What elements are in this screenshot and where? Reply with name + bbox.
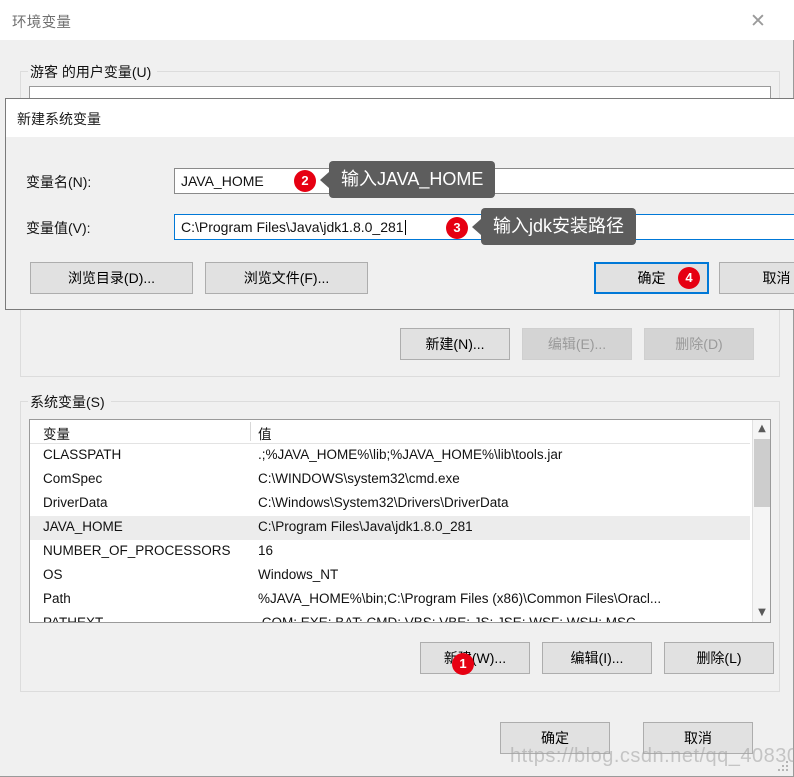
cell-variable-value: .COM;.EXE;.BAT;.CMD;.VBS;.VBE;.JS;.JSE;.… xyxy=(258,615,636,623)
system-variables-group: 系统变量(S) 变量 值 CLASSPATH .;%JAVA_HOME%\lib;… xyxy=(20,392,780,692)
user-new-button[interactable]: 新建(N)... xyxy=(400,328,510,360)
new-system-variable-dialog: 新建系统变量 变量名(N): JAVA_HOME 变量值(V): C:\Prog… xyxy=(5,98,794,310)
new-variable-cancel-button[interactable]: 取消 xyxy=(719,262,794,294)
system-edit-button[interactable]: 编辑(I)... xyxy=(542,642,652,674)
system-variables-table-body: 变量 值 CLASSPATH .;%JAVA_HOME%\lib;%JAVA_HO… xyxy=(30,420,750,622)
table-row[interactable]: OS Windows_NT xyxy=(30,564,750,588)
cell-variable-name: NUMBER_OF_PROCESSORS xyxy=(43,543,231,558)
chevron-down-icon[interactable]: ▼ xyxy=(753,604,770,622)
cell-variable-name: OS xyxy=(43,567,63,582)
table-rows: CLASSPATH .;%JAVA_HOME%\lib;%JAVA_HOME%\l… xyxy=(30,444,750,623)
cell-variable-value: C:\Windows\System32\Drivers\DriverData xyxy=(258,495,509,510)
callout-variable-value: 输入jdk安装路径 xyxy=(471,208,637,245)
cell-variable-value: 16 xyxy=(258,543,274,558)
table-row[interactable]: ComSpec C:\WINDOWS\system32\cmd.exe xyxy=(30,468,750,492)
cell-variable-value: %JAVA_HOME%\bin;C:\Program Files (x86)\C… xyxy=(258,591,662,606)
variable-value-value: C:\Program Files\Java\jdk1.8.0_281 xyxy=(181,219,404,235)
cell-variable-name: ComSpec xyxy=(43,471,103,486)
new-variable-title: 新建系统变量 xyxy=(17,111,101,127)
column-divider[interactable] xyxy=(250,422,251,441)
system-delete-button[interactable]: 删除(L) xyxy=(664,642,774,674)
cell-variable-value: C:\Program Files\Java\jdk1.8.0_281 xyxy=(258,519,473,534)
close-icon[interactable]: ✕ xyxy=(746,9,770,33)
step-badge-2: 2 xyxy=(294,170,316,192)
chevron-up-icon[interactable]: ▲ xyxy=(753,420,770,438)
system-variables-legend: 系统变量(S) xyxy=(28,392,111,412)
step-badge-3: 3 xyxy=(446,217,468,239)
step-badge-1: 1 xyxy=(452,653,474,675)
system-new-button[interactable]: 新建(W)... xyxy=(420,642,530,674)
table-scrollbar[interactable]: ▲ ▼ xyxy=(752,420,770,622)
ok-button[interactable]: 确定 xyxy=(500,722,610,754)
table-row[interactable]: DriverData C:\Windows\System32\Drivers\Dr… xyxy=(30,492,750,516)
cell-variable-name: JAVA_HOME xyxy=(43,519,123,534)
browse-file-button[interactable]: 浏览文件(F)... xyxy=(205,262,368,294)
cell-variable-value: C:\WINDOWS\system32\cmd.exe xyxy=(258,471,460,486)
table-row[interactable]: JAVA_HOME C:\Program Files\Java\jdk1.8.0_… xyxy=(30,516,750,540)
variable-name-label: 变量名(N): xyxy=(26,174,92,190)
table-row[interactable]: Path %JAVA_HOME%\bin;C:\Program Files (x8… xyxy=(30,588,750,612)
user-variables-buttons: 新建(N)... 编辑(E)... 删除(D) xyxy=(400,328,770,362)
variable-value-label: 变量值(V): xyxy=(26,220,91,236)
cell-variable-name: DriverData xyxy=(43,495,108,510)
user-edit-button: 编辑(E)... xyxy=(522,328,632,360)
column-header-name[interactable]: 变量 xyxy=(43,423,70,443)
text-caret xyxy=(404,220,406,235)
callout-variable-name: 输入JAVA_HOME xyxy=(319,161,496,198)
window-title: 环境变量 xyxy=(12,15,72,31)
user-delete-button: 删除(D) xyxy=(644,328,754,360)
new-variable-titlebar: 新建系统变量 xyxy=(6,99,794,137)
browse-directory-button[interactable]: 浏览目录(D)... xyxy=(30,262,193,294)
table-row[interactable]: PATHEXT .COM;.EXE;.BAT;.CMD;.VBS;.VBE;.JS… xyxy=(30,612,750,623)
window-titlebar: 环境变量 ✕ xyxy=(0,0,794,40)
cell-variable-value: Windows_NT xyxy=(258,567,339,582)
variable-name-value: JAVA_HOME xyxy=(181,173,264,189)
system-variables-table[interactable]: 变量 值 CLASSPATH .;%JAVA_HOME%\lib;%JAVA_HO… xyxy=(29,419,771,623)
resize-grip[interactable] xyxy=(778,761,790,773)
cell-variable-value: .;%JAVA_HOME%\lib;%JAVA_HOME%\lib\tools.… xyxy=(258,447,563,462)
table-row[interactable]: NUMBER_OF_PROCESSORS 16 xyxy=(30,540,750,564)
cell-variable-name: CLASSPATH xyxy=(43,447,122,462)
scrollbar-thumb[interactable] xyxy=(754,439,770,507)
step-badge-4: 4 xyxy=(678,267,700,289)
table-header-row: 变量 值 xyxy=(30,420,750,444)
cell-variable-name: Path xyxy=(43,591,71,606)
system-variables-buttons: 新建(W)... 编辑(I)... 删除(L) xyxy=(420,642,790,676)
cell-variable-name: PATHEXT xyxy=(43,615,104,623)
column-header-value[interactable]: 值 xyxy=(258,423,272,443)
table-row[interactable]: CLASSPATH .;%JAVA_HOME%\lib;%JAVA_HOME%\l… xyxy=(30,444,750,468)
user-variables-legend: 游客 的用户变量(U) xyxy=(28,62,158,82)
cancel-button[interactable]: 取消 xyxy=(643,722,753,754)
dialog-action-buttons: 确定 取消 xyxy=(500,722,780,758)
